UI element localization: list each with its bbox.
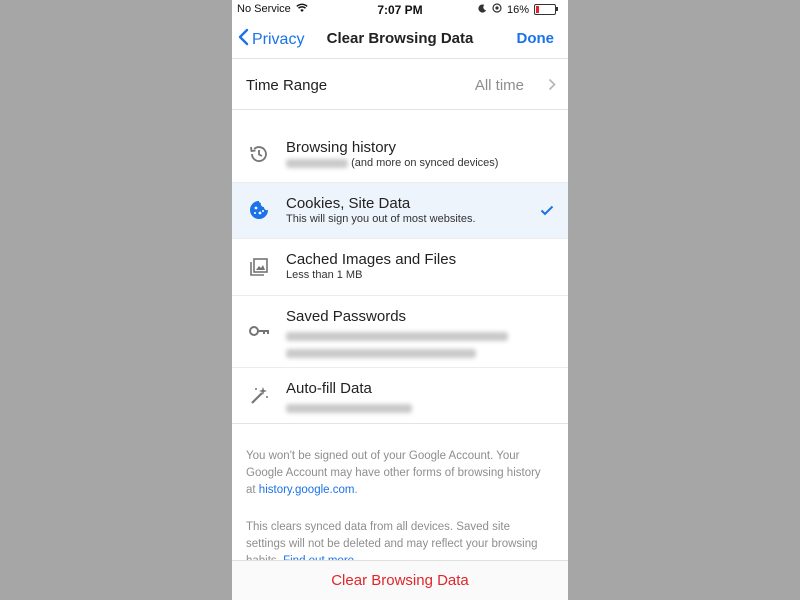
item-title: Auto-fill Data: [286, 380, 372, 397]
battery-percent: 16%: [506, 3, 529, 16]
account-note-end: .: [354, 484, 358, 496]
time-range-label: Time Range: [246, 77, 328, 94]
item-subtitle: (and more on synced devices): [286, 157, 498, 169]
phone-screen: No Service 7:07 PM 16% Privacy Clear Bro…: [232, 0, 568, 600]
checkmark-icon: [540, 203, 554, 221]
redacted-text: [286, 158, 348, 168]
item-browsing-history[interactable]: Browsing history (and more on synced dev…: [232, 127, 568, 183]
redacted-text: [286, 345, 476, 363]
item-autofill-data[interactable]: Auto-fill Data: [232, 368, 568, 424]
battery-icon: [534, 4, 558, 15]
item-title: Browsing history: [286, 139, 397, 156]
item-title: Cached Images and Files: [286, 251, 457, 268]
redacted-text: [286, 400, 412, 418]
back-label: Privacy: [252, 30, 305, 48]
item-cached-images[interactable]: Cached Images and Files Less than 1 MB: [232, 239, 568, 296]
status-bar: No Service 7:07 PM 16%: [232, 0, 568, 20]
account-footnote: You won't be signed out of your Google A…: [246, 448, 546, 499]
image-icon: [248, 256, 270, 278]
location-lock-icon: [492, 3, 502, 16]
navigation-bar: Privacy Clear Browsing Data Done: [232, 20, 568, 59]
status-right: 16%: [478, 3, 558, 16]
history-link[interactable]: history.google.com: [259, 484, 355, 496]
back-button[interactable]: Privacy: [238, 28, 304, 51]
done-button[interactable]: Done: [517, 30, 555, 47]
item-subtitle: Less than 1 MB: [286, 269, 363, 281]
redacted-text: [286, 328, 508, 346]
magic-wand-icon: [248, 384, 270, 406]
history-icon: [248, 143, 270, 165]
item-subtitle: This will sign you out of most websites.: [286, 213, 476, 225]
chevron-left-icon: [238, 28, 249, 51]
item-title: Cookies, Site Data: [286, 195, 411, 212]
cookie-icon: [248, 199, 270, 221]
moon-icon: [478, 3, 487, 16]
time-range-row[interactable]: Time Range All time: [232, 59, 568, 110]
time-range-value: All time: [474, 77, 524, 94]
item-saved-passwords[interactable]: Saved Passwords: [232, 296, 568, 368]
chevron-right-icon: [548, 78, 556, 96]
item-subtitle-text: (and more on synced devices): [351, 157, 499, 169]
key-icon: [248, 320, 270, 342]
item-cookies-site-data[interactable]: Cookies, Site Data This will sign you ou…: [232, 183, 568, 239]
item-title: Saved Passwords: [286, 308, 407, 325]
clear-browsing-data-button[interactable]: Clear Browsing Data: [232, 560, 568, 600]
